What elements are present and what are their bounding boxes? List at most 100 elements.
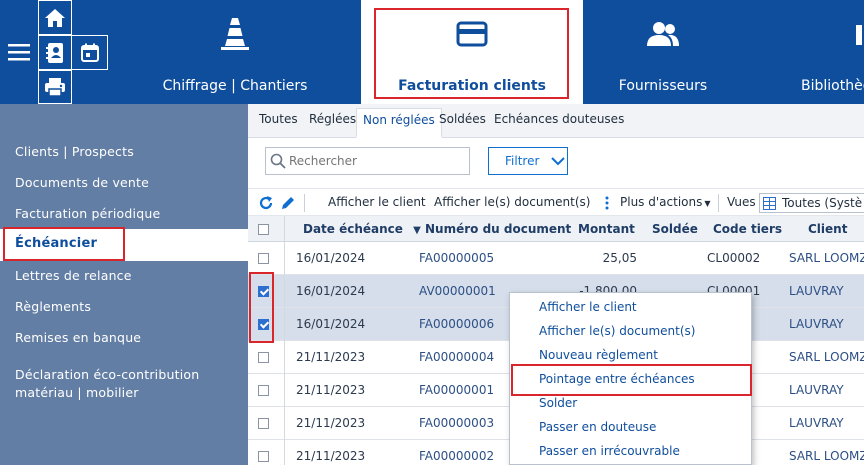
column-header-code-tiers[interactable]: Code tiers	[713, 222, 782, 236]
module-bibliotheque[interactable]: Bibliothèq	[790, 0, 864, 104]
hamburger-icon	[8, 44, 30, 61]
tab-non-reglees[interactable]: Non réglées	[356, 108, 442, 138]
grid-header: Date échéance ▼ Numéro du document Monta…	[248, 216, 864, 242]
column-separator	[284, 374, 285, 407]
cell-client: LAUVRAY	[789, 284, 844, 298]
sidebar-item-reglements[interactable]: Règlements	[0, 299, 248, 314]
grid-view-icon	[763, 197, 776, 210]
column-separator	[284, 242, 285, 275]
sidebar-item-label: matériau | mobilier	[15, 385, 139, 400]
column-header-soldee[interactable]: Soldée	[652, 222, 698, 236]
column-header-montant[interactable]: Montant	[578, 222, 635, 236]
menu-item-afficher-client[interactable]: Afficher le client	[539, 300, 637, 314]
show-documents-button[interactable]: Afficher le(s) document(s)	[434, 195, 590, 209]
cell-numero: FA00000004	[419, 350, 495, 364]
cell-numero: FA00000005	[419, 251, 495, 265]
more-actions-button[interactable]: Plus d'actions ▼	[620, 195, 711, 209]
sidebar-item-documents-vente[interactable]: Documents de vente	[0, 175, 248, 190]
tab-soldees[interactable]: Soldées	[439, 112, 486, 126]
menu-item-passer-douteuse[interactable]: Passer en douteuse	[539, 420, 656, 434]
sidebar-item-label: Lettres de relance	[15, 268, 132, 283]
home-button[interactable]	[38, 0, 72, 35]
menu-item-passer-irrecouvrable[interactable]: Passer en irrécouvrable	[539, 444, 680, 458]
menu-item-pointage-echeances[interactable]: Pointage entre échéances	[539, 372, 695, 386]
library-icon	[856, 25, 862, 45]
cell-date: 21/11/2023	[296, 383, 366, 397]
tab-reglees[interactable]: Réglées	[309, 112, 356, 126]
sidebar-item-declaration-eco[interactable]: Déclaration éco-contribution matériau | …	[0, 366, 248, 402]
printer-icon	[45, 78, 65, 97]
row-checkbox[interactable]	[258, 451, 269, 462]
hamburger-menu-button[interactable]	[6, 40, 32, 64]
traffic-cone-icon	[221, 18, 249, 50]
cell-date: 21/11/2023	[296, 449, 366, 463]
top-bar: Chiffrage | Chantiers Facturation client…	[0, 0, 864, 104]
grid-toolbar: Afficher le client Afficher le(s) docume…	[248, 188, 864, 216]
row-checkbox[interactable]	[258, 253, 269, 264]
sidebar-item-label: Règlements	[15, 299, 92, 314]
column-separator	[284, 407, 285, 440]
show-client-button[interactable]: Afficher le client	[328, 195, 426, 209]
row-checkbox[interactable]	[258, 286, 269, 297]
sidebar-item-label: Documents de vente	[15, 175, 150, 190]
print-button[interactable]	[38, 70, 72, 104]
column-separator	[284, 308, 285, 341]
row-checkbox[interactable]	[258, 319, 269, 330]
filter-button[interactable]: Filtrer	[488, 147, 568, 175]
module-label: Bibliothèq	[801, 78, 864, 94]
column-separator	[284, 341, 285, 374]
calendar-icon	[80, 43, 99, 62]
sort-desc-icon: ▼	[413, 225, 421, 236]
contacts-button[interactable]	[38, 35, 72, 70]
sidebar-item-clients-prospects[interactable]: Clients | Prospects	[0, 144, 248, 159]
sidebar-item-label: Clients | Prospects	[15, 144, 134, 159]
search-box	[265, 147, 470, 175]
column-separator	[284, 440, 285, 465]
select-all-checkbox[interactable]	[258, 224, 269, 235]
sidebar-item-label: Échéancier	[15, 236, 98, 251]
edit-pencil-icon[interactable]	[280, 195, 296, 211]
row-checkbox[interactable]	[258, 352, 269, 363]
cell-client: SARL LOOMZ	[789, 449, 864, 463]
cell-code-tiers: CL00002	[707, 251, 761, 265]
sidebar-item-facturation-periodique[interactable]: Facturation périodique	[0, 206, 248, 221]
tab-echeances-douteuses[interactable]: Echéances douteuses	[494, 112, 624, 126]
calendar-button[interactable]	[72, 35, 108, 70]
toolbar-separator	[718, 194, 719, 212]
views-select[interactable]: Toutes (Systè	[759, 193, 864, 213]
toolbar-separator	[304, 194, 305, 212]
column-header-date-echeance[interactable]: Date échéance ▼	[303, 222, 421, 236]
sidebar-item-label: Remises en banque	[15, 330, 142, 345]
menu-item-afficher-documents[interactable]: Afficher le(s) document(s)	[539, 324, 695, 338]
cell-numero: FA00000001	[419, 383, 495, 397]
module-fournisseurs[interactable]: Fournisseurs	[583, 0, 743, 104]
cell-montant: 25,05	[602, 251, 637, 265]
cell-date: 16/01/2024	[296, 284, 366, 298]
cell-numero: FA00000003	[419, 416, 495, 430]
address-book-icon	[46, 42, 63, 63]
menu-item-solder[interactable]: Solder	[539, 396, 577, 410]
table-row[interactable]: 16/01/2024 FA00000005 25,05 CL00002 SARL LOO…	[248, 242, 864, 275]
module-facturation-clients[interactable]: Facturation clients	[361, 0, 583, 104]
cell-numero: AV00000001	[419, 284, 496, 298]
sidebar-item-echeancier[interactable]: Échéancier	[0, 229, 248, 261]
column-header-label: Date échéance	[303, 222, 403, 236]
column-header-numero[interactable]: Numéro du document	[425, 222, 571, 236]
row-checkbox[interactable]	[258, 385, 269, 396]
context-menu: Afficher le client Afficher le(s) docume…	[509, 292, 752, 465]
row-checkbox[interactable]	[258, 418, 269, 429]
module-chiffrage-chantiers[interactable]: Chiffrage | Chantiers	[150, 0, 320, 104]
menu-item-nouveau-reglement[interactable]: Nouveau règlement	[539, 348, 658, 362]
tab-toutes[interactable]: Toutes	[259, 112, 298, 126]
views-value: Toutes (Systè	[782, 196, 863, 210]
cell-date: 21/11/2023	[296, 416, 366, 430]
refresh-icon[interactable]	[258, 195, 274, 211]
cell-numero: FA00000006	[419, 317, 495, 331]
sidebar-item-lettres-relance[interactable]: Lettres de relance	[0, 268, 248, 283]
cell-client: SARL LOOMZ	[789, 350, 864, 364]
column-header-client[interactable]: Client	[808, 222, 847, 236]
sidebar-item-label: Facturation périodique	[15, 206, 161, 221]
sidebar-item-remises-banque[interactable]: Remises en banque	[0, 330, 248, 345]
search-input[interactable]	[289, 154, 459, 168]
cell-date: 21/11/2023	[296, 350, 366, 364]
